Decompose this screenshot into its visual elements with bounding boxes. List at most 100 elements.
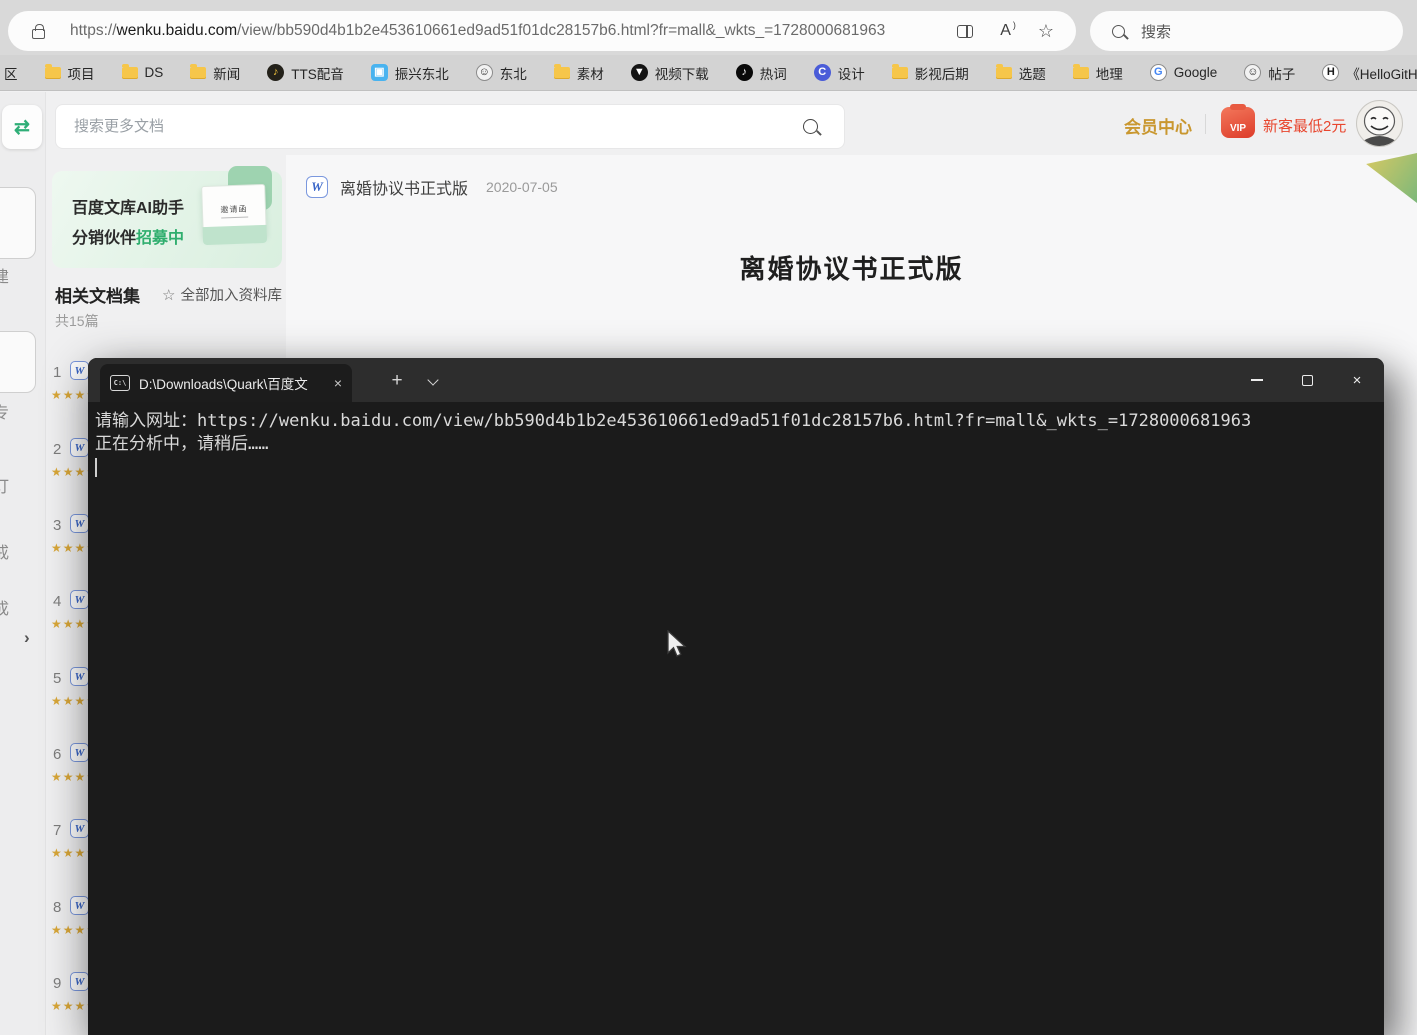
terminal-line: 请输入网址：https://wenku.baidu.com/view/bb590… [95,410,1372,433]
chevron-down-icon [427,374,438,385]
terminal-tab-title: D:\Downloads\Quark\百度文 [139,373,328,393]
minimize-button[interactable] [1232,358,1282,402]
window-controls: × [1232,358,1382,402]
bookmark-item[interactable]: DS [122,65,164,80]
maximize-button[interactable] [1282,358,1332,402]
doc-item-rank: 1 [53,364,61,381]
rail-glyph[interactable]: 订 [0,473,17,497]
bookmark-folder-icon [45,67,61,79]
screen: { "browser": { "url_scheme": "https://",… [0,0,1417,1035]
word-doc-icon: W [70,514,89,533]
new-tab-button[interactable]: + [380,366,414,396]
bookmark-item[interactable]: ▼视频下载 [631,63,709,83]
bookmark-item[interactable]: 区 [4,63,18,83]
left-rail: ⇄ › 建专订戒成 [0,92,46,1035]
bookmark-label: 地理 [1096,63,1123,83]
bookmark-item[interactable]: ♪TTS配音 [267,63,344,83]
address-bar[interactable]: https://wenku.baidu.com/view/bb590d4b1b2… [8,11,1076,51]
word-doc-icon: W [306,176,328,198]
bookmark-item[interactable]: ▣振兴东北 [371,63,449,83]
bookmark-item[interactable]: G Google [1150,64,1218,81]
doc-item-rank: 4 [53,593,61,610]
bookmark-folder-icon [190,67,206,79]
bookmark-label: 视频下载 [655,63,709,83]
bookmark-label: TTS配音 [291,63,344,83]
word-doc-icon: W [70,590,89,609]
bookmark-item[interactable]: ☺ 东北 [476,63,527,83]
doc-item-rank: 3 [53,517,61,534]
terminal-output[interactable]: 请输入网址：https://wenku.baidu.com/view/bb590… [88,402,1384,1035]
word-doc-icon: W [70,667,89,686]
terminal-titlebar[interactable]: C:\ D:\Downloads\Quark\百度文 × + × [88,358,1384,402]
bookmark-label: 设计 [838,63,865,83]
bookmark-label: 东北 [500,63,527,83]
terminal-window[interactable]: C:\ D:\Downloads\Quark\百度文 × + × 请输入网址：h… [88,358,1384,1035]
rail-card[interactable] [0,331,36,393]
url-text: https://wenku.baidu.com/view/bb590d4b1b2… [70,22,885,40]
word-doc-icon: W [70,819,89,838]
terminal-line: 正在分析中，请稍后…… [95,433,1372,456]
doc-date: 2020-07-05 [486,179,558,195]
bookmark-item[interactable]: 素材 [554,63,604,83]
bookmark-item[interactable]: H《HelloGitHub 月刊... [1322,63,1417,83]
bookmarks-bar: 区 项目 DS 新闻 ♪TTS配音 ▣振兴东北 ☺ 东北 素材 ▼视频下载 ♪ 热词 C设计 影视后期 选题… [0,55,1417,91]
bookmark-item[interactable]: ☺帖子 [1244,63,1295,83]
bookmark-folder-icon [122,67,138,79]
search-icon [1112,25,1125,38]
bookmark-folder-icon [996,67,1012,79]
bookmark-item[interactable]: ♪ 热词 [736,63,787,83]
bookmark-item[interactable]: 新闻 [190,63,240,83]
swap-tool-icon[interactable]: ⇄ [2,105,42,149]
bookmark-label: 选题 [1019,63,1046,83]
bookmark-item[interactable]: 项目 [45,63,95,83]
bookmark-label: 区 [4,63,18,83]
terminal-line [95,456,1372,479]
doc-breadcrumb-title[interactable]: 离婚协议书正式版 [340,175,468,199]
word-doc-icon: W [70,743,89,762]
expand-rail-chevron-icon[interactable]: › [24,628,30,648]
rail-glyph[interactable]: 戒 [0,539,17,563]
bookmark-site-icon: H [1322,64,1339,81]
mouse-cursor [666,630,690,665]
browser-search-box[interactable]: 搜索 [1090,11,1403,51]
bookmark-item[interactable]: C设计 [814,63,865,83]
vip-gift-icon[interactable]: VIP [1221,107,1255,138]
bookmark-site-icon: ☺ [476,64,493,81]
rail-glyph[interactable]: 成 [0,595,17,619]
word-doc-icon: W [70,438,89,457]
bookmark-label: Google [1174,65,1218,80]
rail-glyph[interactable]: 建 [0,263,17,287]
favorite-star-icon[interactable]: ☆ [1038,22,1054,40]
bookmark-item[interactable]: 选题 [996,63,1046,83]
browser-search-label: 搜索 [1141,21,1171,42]
bookmark-label: 热词 [760,63,787,83]
terminal-tab[interactable]: C:\ D:\Downloads\Quark\百度文 × [100,364,352,402]
member-center-link[interactable]: 会员中心 [1124,113,1192,138]
bookmark-folder-icon [892,67,908,79]
bookmark-folder-icon [554,67,570,79]
maximize-icon [1302,375,1313,386]
read-aloud-icon[interactable]: A [1000,22,1011,40]
bookmark-item[interactable]: 地理 [1073,63,1123,83]
bookmark-label: 新闻 [213,63,240,83]
doc-item-rank: 5 [53,670,61,687]
minimize-icon [1251,379,1263,381]
wenku-search-icon[interactable] [803,119,818,134]
word-doc-icon: W [70,972,89,991]
tab-dropdown-button[interactable] [418,370,448,394]
split-screen-icon[interactable] [957,25,973,38]
bookmark-site-icon: G [1150,64,1167,81]
doc-item-rank: 7 [53,822,61,839]
rail-glyph[interactable]: 专 [0,399,17,423]
avatar[interactable] [1356,100,1403,147]
bookmark-site-icon: ♪ [736,64,753,81]
close-button[interactable]: × [1332,358,1382,402]
doc-item-rank: 2 [53,441,61,458]
browser-toolbar: https://wenku.baidu.com/view/bb590d4b1b2… [0,0,1417,55]
vip-promo-text[interactable]: 新客最低2元 [1263,115,1346,136]
cmd-icon: C:\ [110,375,130,391]
bookmark-item[interactable]: 影视后期 [892,63,969,83]
rail-card[interactable] [0,187,36,259]
doc-item-rank: 9 [53,975,61,992]
close-tab-icon[interactable]: × [334,375,342,391]
